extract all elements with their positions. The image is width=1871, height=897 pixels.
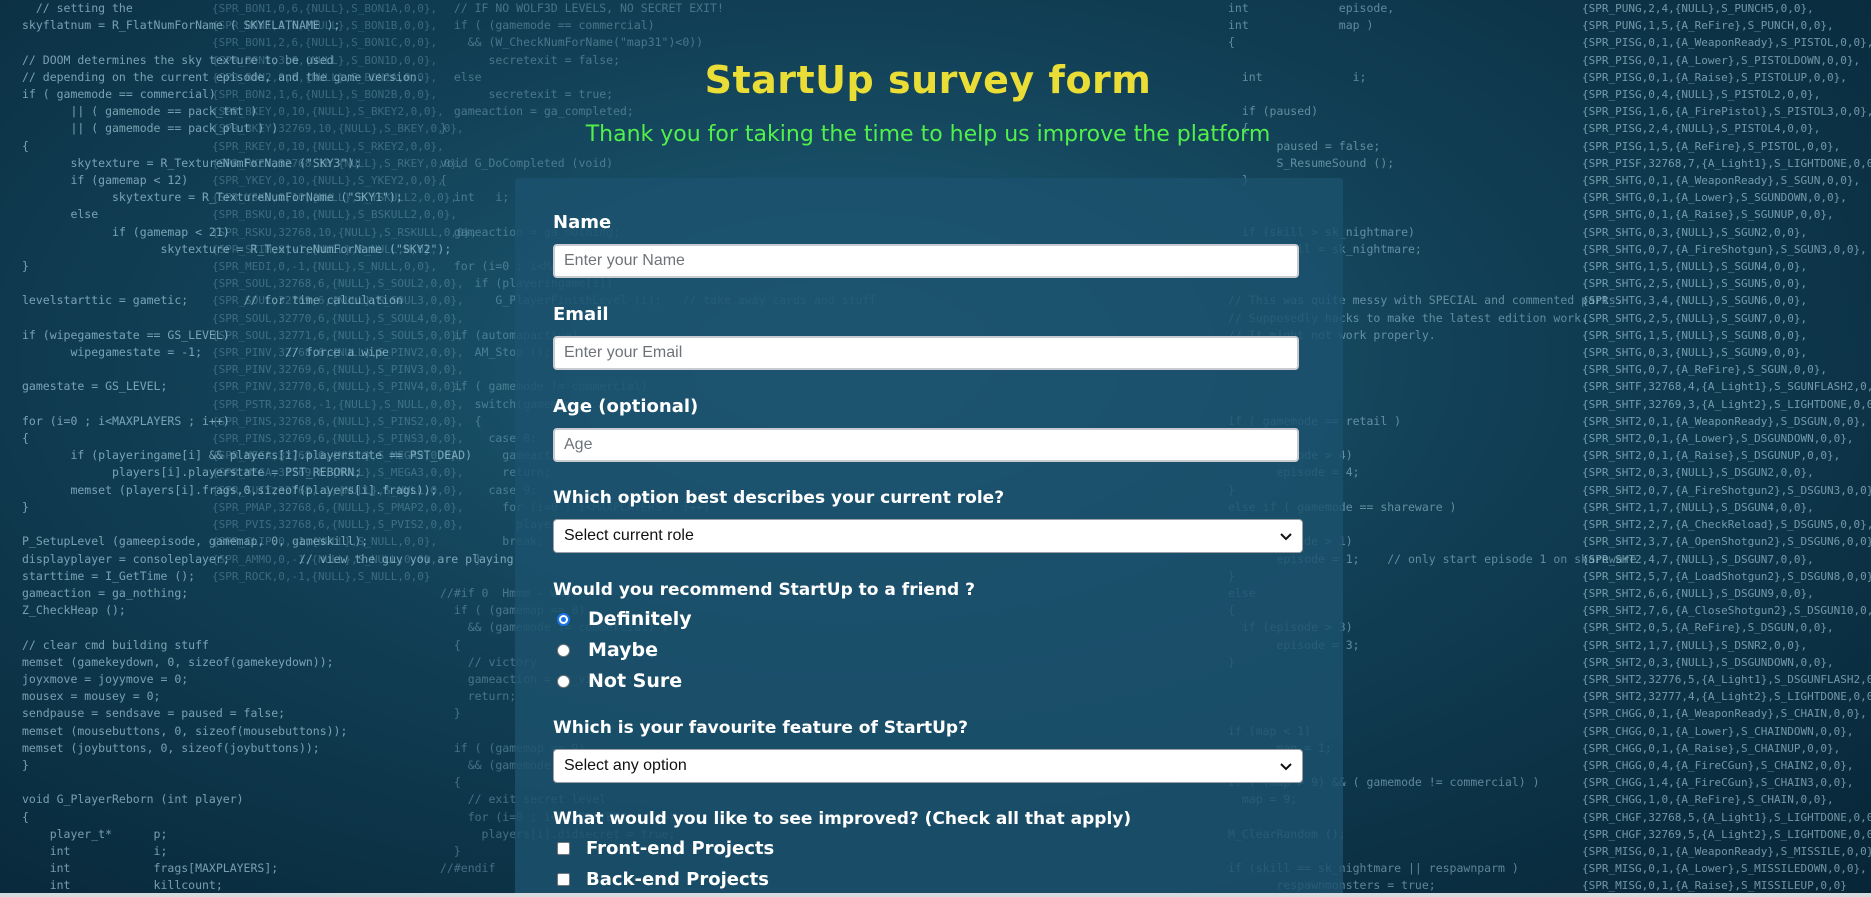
radio-button[interactable] [557,612,570,626]
role-select-value: Select current role [564,527,694,544]
page-description: Thank you for taking the time to help us… [585,122,1271,147]
survey-form: Name Email Age (optional) Which option b… [515,178,1343,897]
page-title: StartUp survey form [704,58,1152,102]
role-question: Which option best describes your current… [553,488,1005,508]
checkbox-option-label: Front-end Projects [586,838,775,859]
feature-select[interactable]: Select any option [553,749,1303,783]
radio-button[interactable] [557,674,570,688]
age-label: Age (optional) [553,396,699,417]
age-input[interactable] [553,428,1299,462]
radio-option-label: Definitely [588,608,692,630]
radio-button[interactable] [557,643,570,657]
radio-option-label: Not Sure [588,670,683,692]
role-select[interactable]: Select current role [553,519,1303,553]
checkbox[interactable] [557,873,570,886]
chevron-down-icon [1280,763,1292,771]
email-input[interactable] [553,336,1299,370]
radio-option-definitely[interactable]: Definitely [557,608,692,630]
chevron-down-icon [1280,533,1292,541]
checkbox-option-front-end[interactable]: Front-end Projects [557,838,774,859]
checkbox[interactable] [557,842,570,855]
feature-select-value: Select any option [564,757,687,774]
page-bottom-edge [0,893,1871,897]
name-label: Name [553,212,612,233]
radio-option-label: Maybe [588,639,659,661]
checkbox-option-back-end[interactable]: Back-end Projects [557,869,769,890]
radio-option-maybe[interactable]: Maybe [557,639,658,661]
feature-question: Which is your favourite feature of Start… [553,718,968,738]
checkbox-option-label: Back-end Projects [586,869,769,890]
email-label: Email [553,304,609,325]
name-input[interactable] [553,244,1299,278]
recommend-question: Would you recommend StartUp to a friend … [553,580,975,600]
radio-option-not-sure[interactable]: Not Sure [557,670,682,692]
improve-question: What would you like to see improved? (Ch… [553,809,1132,829]
